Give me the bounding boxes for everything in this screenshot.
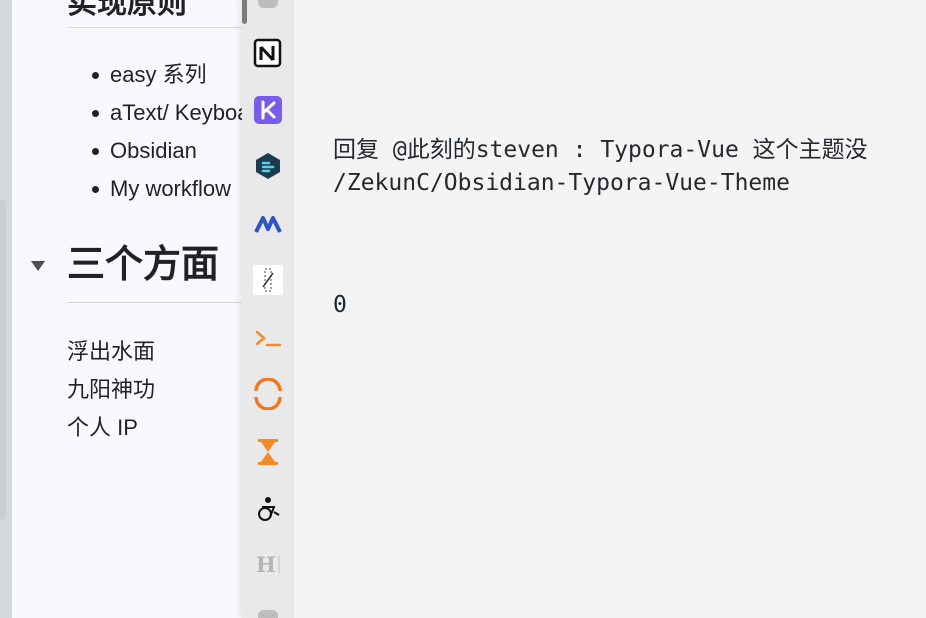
list-item: Obsidian <box>92 132 242 170</box>
reply-line: 回复 @此刻的steven : Typora-Vue 这个主题没 <box>333 137 868 163</box>
heading-rule <box>67 27 242 28</box>
paragraph-line: 九阳神功 <box>67 377 156 402</box>
mi-icon[interactable] <box>252 208 284 240</box>
partial-heading: 实现原则 <box>67 0 187 20</box>
list-item: My workflow <box>92 170 242 208</box>
dock-scroll-cap <box>258 0 278 8</box>
pencil-icon[interactable] <box>252 264 284 296</box>
list-item: easy 系列 <box>92 56 242 94</box>
notion-icon[interactable] <box>252 37 284 69</box>
arc-icon[interactable] <box>252 378 284 410</box>
app-dock <box>242 0 294 618</box>
terminal-icon[interactable] <box>252 322 284 354</box>
accessibility-icon[interactable] <box>252 492 284 524</box>
collapse-toggle-icon[interactable] <box>31 261 45 271</box>
kite-icon[interactable] <box>252 94 284 126</box>
window-edge-tab <box>0 200 6 520</box>
list-item: aText/ Keyboard <box>92 94 242 132</box>
count-value: 0 <box>333 292 347 318</box>
svg-text:H: H <box>256 552 276 577</box>
document-pane[interactable]: 实现原则 easy 系列 aText/ Keyboard Obsidian My… <box>12 0 242 618</box>
hourglass-icon[interactable] <box>252 436 284 468</box>
dock-scroll-cap <box>258 610 278 618</box>
paragraph-line: 个人 IP <box>67 415 138 440</box>
dashboard-icon[interactable] <box>252 150 284 182</box>
section-heading: 三个方面 <box>67 244 220 286</box>
heading-rule <box>67 302 242 303</box>
heading-icon[interactable]: H <box>252 548 284 580</box>
paragraph-line: 浮出水面 <box>67 339 156 364</box>
content-pane[interactable]: 回复 @此刻的steven : Typora-Vue 这个主题没 /ZekunC… <box>294 0 926 618</box>
scrollbar-thumb[interactable] <box>242 0 247 24</box>
reply-line: /ZekunC/Obsidian-Typora-Vue-Theme <box>333 170 790 196</box>
bullet-list: easy 系列 aText/ Keyboard Obsidian My work… <box>92 56 242 208</box>
